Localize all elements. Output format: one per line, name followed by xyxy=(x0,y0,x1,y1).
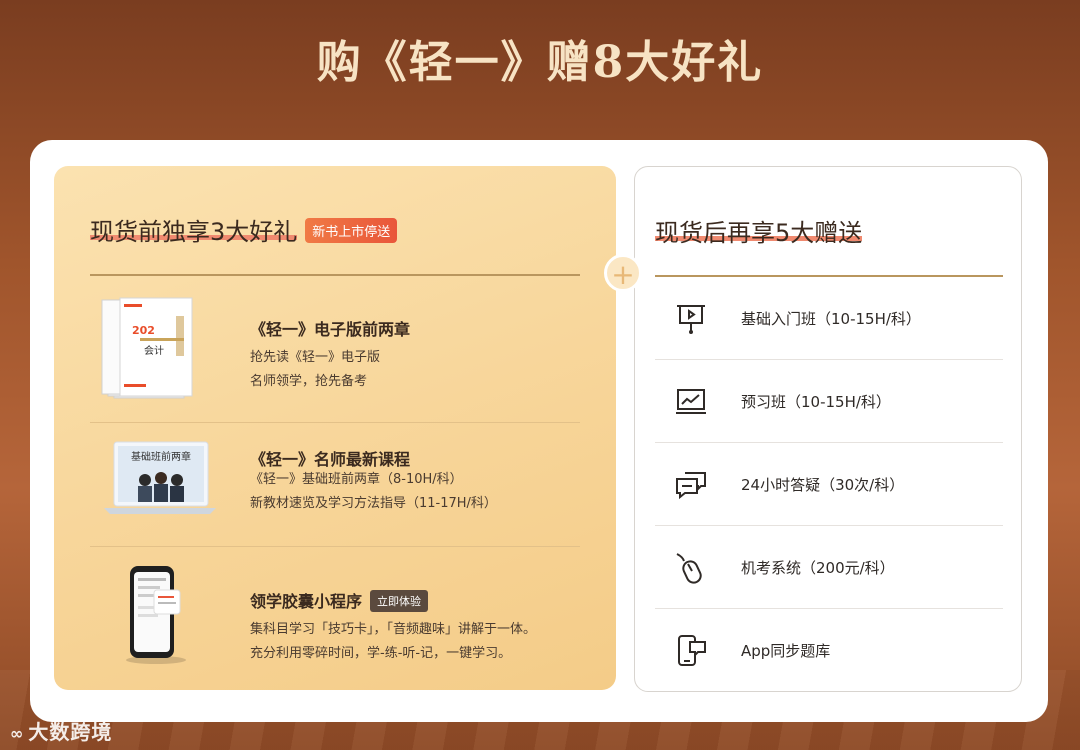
post-gift-item-2[interactable]: 预习班（10-15H/科） xyxy=(655,360,1003,442)
phone-chat-icon xyxy=(673,633,709,669)
watermark-logo-icon: ∞ xyxy=(10,724,25,743)
gift-mini-program-desc: 集科目学习「技巧卡」，「音频趣味」讲解于一体。 充分利用零碎时间，学-练-听-记… xyxy=(250,618,536,666)
gift-mini-program-title-text: 领学胶囊小程序 xyxy=(250,592,363,611)
book-cover-thumb: 202 会计 xyxy=(100,296,200,404)
post-gift-item-3[interactable]: 24小时答疑（30次/科） xyxy=(655,443,1003,525)
gift-ebook-line-1: 抢先读《轻一》电子版 xyxy=(250,350,381,365)
gift-course-desc: 《轻一》基础班前两章（8-10H/科） 新教材速览及学习方法指导（11-17H/… xyxy=(250,468,497,516)
gift-ebook-title: 《轻一》电子版前两章 xyxy=(250,320,411,339)
gift-card: 现货前独享3大好礼 新书上市停送 202 会计 《轻一》电子版前两章 抢先读《轻… xyxy=(30,140,1048,722)
try-now-button[interactable]: 立即体验 xyxy=(370,589,429,612)
post-stock-title-text: 现货后再享5大赠送 xyxy=(655,219,863,247)
laptop-screen-label: 基础班前两章 xyxy=(131,450,191,463)
post-gift-item-1[interactable]: 基础入门班（10-15H/科） xyxy=(655,277,1003,359)
chat-bubbles-icon xyxy=(673,467,709,503)
post-gift-item-4[interactable]: 机考系统（200元/科） xyxy=(655,526,1003,608)
post-gift-label-3: 24小时答疑（30次/科） xyxy=(741,476,905,494)
gift-course-line-2: 新教材速览及学习方法指导（11-17H/科） xyxy=(250,496,497,511)
gift-ebook[interactable]: 202 会计 《轻一》电子版前两章 抢先读《轻一》电子版 名师领学，抢先备考 xyxy=(90,296,580,406)
gift-course-title: 《轻一》名师最新课程 xyxy=(250,450,411,469)
gift-mini-program[interactable]: 领学胶囊小程序 立即体验 集科目学习「技巧卡」，「音频趣味」讲解于一体。 充分利用… xyxy=(90,562,580,672)
gift-ebook-desc: 抢先读《轻一》电子版 名师领学，抢先备考 xyxy=(250,346,380,394)
watermark: ∞ 大数跨境 xyxy=(10,716,112,745)
book-cover-label: 会计 xyxy=(144,344,164,357)
gift-mini-program-line-2: 充分利用零碎时间，学-练-听-记，一键学习。 xyxy=(250,646,512,661)
pre-stock-title-text: 现货前独享3大好礼 xyxy=(90,218,298,246)
watermark-text: 大数跨境 xyxy=(28,720,113,744)
gift-ebook-line-2: 名师领学，抢先备考 xyxy=(250,374,368,389)
post-gift-label-5: App同步题库 xyxy=(741,642,831,660)
laptop-thumb: 基础班前两章 xyxy=(100,438,220,526)
gift-mini-program-title: 领学胶囊小程序 立即体验 xyxy=(250,588,429,614)
gift-course-line-1: 《轻一》基础班前两章（8-10H/科） xyxy=(250,472,463,487)
gift-mini-program-line-1: 集科目学习「技巧卡」，「音频趣味」讲解于一体。 xyxy=(250,622,537,637)
page-title: 购《轻一》赠8大好礼 xyxy=(316,37,764,88)
post-gift-label-4: 机考系统（200元/科） xyxy=(741,559,895,577)
phone-thumb xyxy=(120,562,200,670)
gift-course[interactable]: 基础班前两章 《轻一》名师最新课程 《轻一》基础班前两章（8-10H/科） 新教… xyxy=(90,438,580,538)
pre-stock-divider xyxy=(90,274,580,276)
post-gift-label-2: 预习班（10-15H/科） xyxy=(741,393,891,411)
svg-text:202: 202 xyxy=(132,324,155,337)
post-stock-gifts-panel: 现货后再享5大赠送 基础入门班（10-15H/科） 预习班（10-15H/科） … xyxy=(634,166,1022,692)
gift-divider-2 xyxy=(90,546,580,547)
pre-stock-section-title: 现货前独享3大好礼 新书上市停送 xyxy=(90,212,398,247)
monitor-chart-icon xyxy=(673,384,709,420)
plus-icon: + xyxy=(604,254,642,292)
post-stock-section-title: 现货后再享5大赠送 xyxy=(655,213,863,248)
post-gift-item-5[interactable]: App同步题库 xyxy=(655,609,1003,691)
pre-stock-gifts-panel: 现货前独享3大好礼 新书上市停送 202 会计 《轻一》电子版前两章 抢先读《轻… xyxy=(54,166,616,690)
computer-mouse-icon xyxy=(673,550,709,586)
stop-gift-badge: 新书上市停送 xyxy=(305,217,398,243)
post-gift-label-1: 基础入门班（10-15H/科） xyxy=(741,310,921,328)
gift-divider-1 xyxy=(90,422,580,423)
presentation-board-icon xyxy=(673,301,709,337)
